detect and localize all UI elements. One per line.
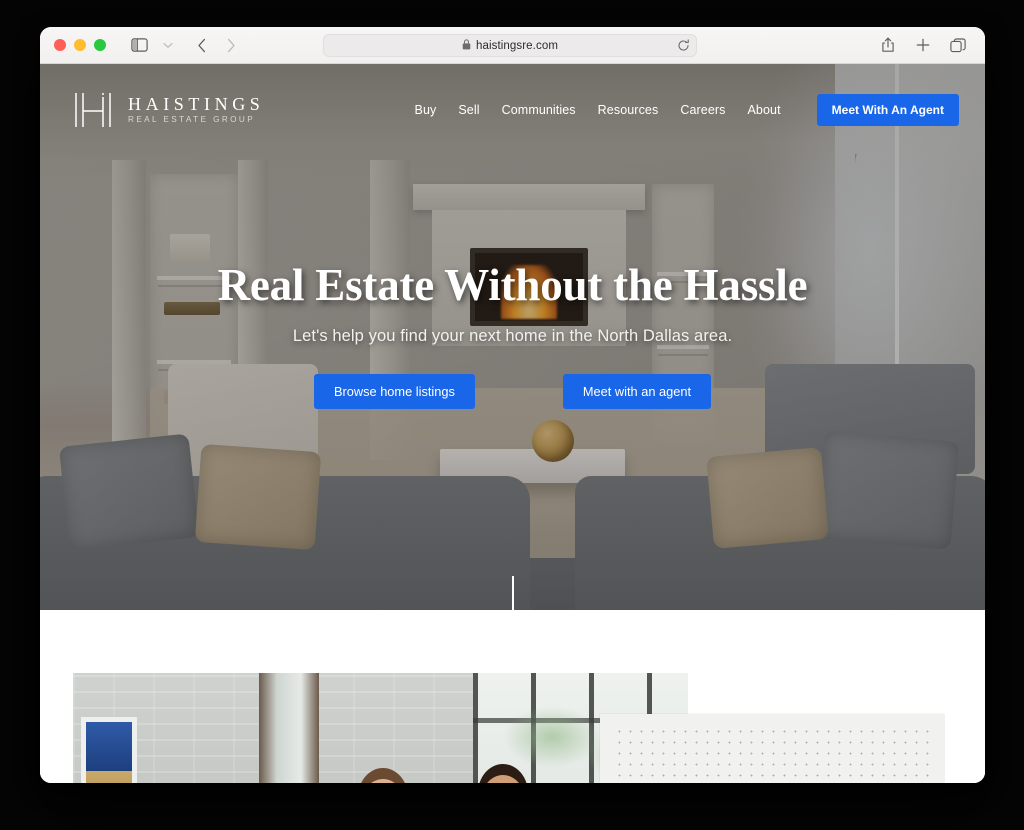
desktop-backdrop: haistingsre.com HAISTINGS REAL ESTATE GR… xyxy=(0,0,1024,830)
lock-icon xyxy=(462,37,471,55)
minimize-window-button[interactable] xyxy=(74,39,86,51)
tab-overview-icon[interactable] xyxy=(945,33,971,57)
hero-section: HAISTINGS REAL ESTATE GROUP Buy Sell Com… xyxy=(40,64,985,610)
nav-item-careers[interactable]: Careers xyxy=(680,103,725,117)
plus-icon[interactable] xyxy=(910,33,936,57)
team-member-head xyxy=(360,779,405,783)
team-section: Here to Serve, Not Sell. xyxy=(40,610,985,783)
sidebar-controls xyxy=(126,33,181,57)
sidebar-icon[interactable] xyxy=(126,33,152,57)
wall-art-frame xyxy=(81,717,137,783)
meet-with-an-agent-cta-button[interactable]: Meet with an agent xyxy=(562,374,712,410)
brand-name: HAISTINGS xyxy=(128,94,265,115)
reload-icon[interactable] xyxy=(676,39,690,53)
meet-with-an-agent-button[interactable]: Meet With An Agent xyxy=(816,94,959,126)
hero-cta-group: Browse home listings Meet with an agent xyxy=(80,374,945,410)
close-window-button[interactable] xyxy=(54,39,66,51)
address-bar[interactable]: haistingsre.com xyxy=(323,34,697,57)
site-header: HAISTINGS REAL ESTATE GROUP Buy Sell Com… xyxy=(40,64,985,156)
window-traffic-lights xyxy=(54,39,106,51)
nav-item-buy[interactable]: Buy xyxy=(415,103,437,117)
brand-tagline: REAL ESTATE GROUP xyxy=(128,115,256,125)
chevron-left-icon[interactable] xyxy=(189,33,215,57)
brand-logo[interactable]: HAISTINGS REAL ESTATE GROUP xyxy=(72,91,264,129)
team-member xyxy=(445,753,560,783)
team-member xyxy=(325,753,440,783)
team-photo xyxy=(73,673,688,783)
nav-item-resources[interactable]: Resources xyxy=(598,103,659,117)
chevron-down-icon[interactable] xyxy=(155,33,181,57)
zoom-window-button[interactable] xyxy=(94,39,106,51)
browse-home-listings-button[interactable]: Browse home listings xyxy=(313,374,475,410)
nav-item-communities[interactable]: Communities xyxy=(502,103,576,117)
hero-headline: Real Estate Without the Hassle xyxy=(217,260,808,310)
scroll-down-indicator[interactable] xyxy=(511,576,514,610)
browser-toolbar: haistingsre.com xyxy=(40,27,985,64)
nav-item-about[interactable]: About xyxy=(748,103,781,117)
team-member-head xyxy=(480,775,525,783)
address-bar-container: haistingsre.com xyxy=(323,34,697,57)
office-door-frame xyxy=(259,673,319,783)
hero-subheadline: Let's help you find your next home in th… xyxy=(292,327,733,346)
dot-pattern-decoration xyxy=(614,726,935,783)
h-monogram-icon xyxy=(72,91,116,129)
brand-text: HAISTINGS REAL ESTATE GROUP xyxy=(128,95,264,124)
nav-item-sell[interactable]: Sell xyxy=(458,103,479,117)
page-viewport: HAISTINGS REAL ESTATE GROUP Buy Sell Com… xyxy=(40,64,985,783)
chevron-right-icon[interactable] xyxy=(218,33,244,57)
share-icon[interactable] xyxy=(875,33,901,57)
toolbar-right-actions xyxy=(875,33,971,57)
here-to-serve-panel: Here to Serve, Not Sell. xyxy=(600,714,945,783)
site-navigation: Buy Sell Communities Resources Careers A… xyxy=(415,94,959,126)
history-navigation xyxy=(189,33,244,57)
url-text: haistingsre.com xyxy=(475,39,559,52)
hero-content: Real Estate Without the Hassle Let's hel… xyxy=(40,260,985,410)
address-content: haistingsre.com xyxy=(462,37,558,55)
safari-browser-window: haistingsre.com HAISTINGS REAL ESTATE GR… xyxy=(40,27,985,783)
